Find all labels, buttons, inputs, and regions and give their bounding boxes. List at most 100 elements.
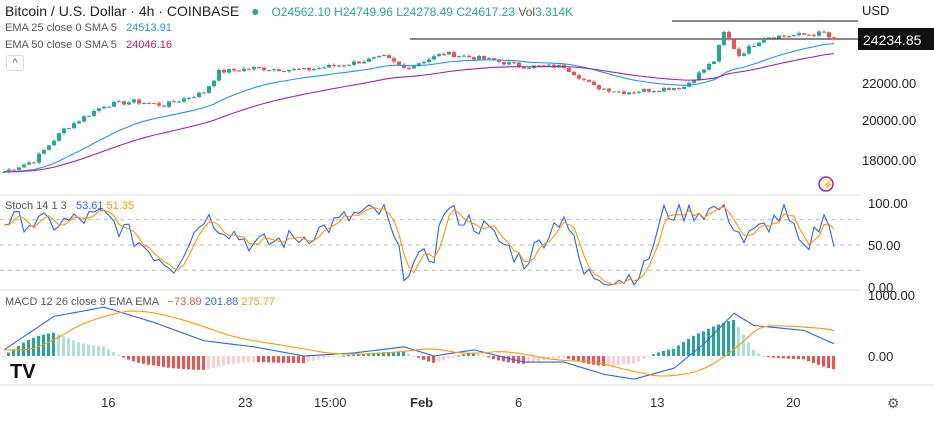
candle — [317, 67, 321, 69]
candle — [462, 55, 466, 57]
candle — [347, 64, 351, 66]
tradingview-logo-icon: TV — [10, 361, 36, 383]
macd-histogram-bar — [247, 356, 250, 363]
macd-histogram-bar — [707, 328, 710, 356]
ema50-legend[interactable]: EMA 50 close 0 SMA 5 24046.16 — [5, 39, 172, 51]
candle — [767, 37, 771, 39]
macd-histogram-bar — [562, 356, 565, 358]
candle — [487, 58, 491, 60]
candle — [577, 75, 581, 79]
candle — [177, 101, 181, 103]
candle — [827, 32, 831, 38]
macd-histogram-bar — [407, 353, 410, 356]
candle — [617, 91, 621, 93]
candle — [262, 67, 266, 71]
candle — [217, 69, 221, 81]
candle — [702, 69, 706, 73]
candle — [782, 35, 786, 37]
candle — [797, 33, 801, 36]
settings-gear-icon[interactable]: ⚙ — [887, 395, 900, 411]
candle — [277, 69, 281, 72]
candle — [822, 31, 826, 33]
macd-histogram-bar — [67, 338, 70, 356]
candle — [607, 88, 611, 92]
candle — [352, 61, 356, 65]
macd-legend[interactable]: MACD 12 26 close 9 EMA EMA −73.89 201.88… — [5, 296, 275, 308]
candle — [407, 67, 411, 69]
macd-histogram-bar — [522, 356, 525, 364]
macd-histogram-bar — [672, 348, 675, 356]
macd-histogram-bar — [162, 356, 165, 368]
candle — [727, 32, 731, 40]
candle — [222, 69, 226, 73]
macd-histogram-bar — [462, 354, 465, 356]
candle — [257, 67, 261, 69]
macd-tick: 1000.00 — [868, 288, 915, 303]
macd-histogram-bar — [257, 356, 260, 363]
candle — [287, 69, 291, 72]
macd-histogram-bar — [77, 342, 80, 356]
ema25-legend[interactable]: EMA 25 close 0 SMA 5 24513.91 — [5, 22, 172, 34]
stoch-label: Stoch 14 1 3 — [5, 200, 67, 212]
candle — [342, 65, 346, 67]
vol-label: Vol — [518, 5, 536, 19]
candle — [387, 55, 391, 59]
symbol-title[interactable]: Bitcoin / U.S. Dollar · 4h · COINBASE — [5, 3, 239, 19]
macd-histogram-bar — [627, 356, 630, 365]
macd-histogram-bar — [802, 356, 805, 360]
macd-histogram-bar — [487, 356, 490, 358]
collapse-legend-button[interactable]: ^ — [6, 55, 24, 71]
candle — [82, 116, 86, 122]
macd-histogram-bar — [712, 326, 715, 356]
x-tick: 6 — [515, 395, 522, 410]
candle — [632, 92, 636, 94]
macd-histogram-bar — [767, 356, 770, 358]
candle — [182, 98, 186, 102]
chart-canvas[interactable]: 22000.00 20000.00 18000.00 USD 24234.85 … — [0, 0, 934, 424]
candle — [812, 34, 816, 36]
macd-histogram-bar — [677, 345, 680, 356]
candle — [597, 85, 601, 90]
macd-histogram-bar — [427, 356, 430, 362]
currency-label[interactable]: USD — [862, 3, 889, 18]
lightning-icon: ⚡ — [822, 178, 834, 191]
macd-histogram-bar — [662, 350, 665, 356]
macd-histogram-bar — [87, 344, 90, 356]
candle — [697, 72, 701, 81]
macd-histogram-bar — [812, 356, 815, 364]
macd-histogram-bar — [557, 356, 560, 359]
candle — [267, 70, 271, 72]
macd-histogram-bar — [737, 327, 740, 356]
macd-histogram-bar — [457, 355, 460, 357]
macd-histogram-bar — [47, 333, 50, 356]
x-tick: 20 — [786, 395, 800, 410]
x-tick: 13 — [650, 395, 664, 410]
macd-histogram-bar — [722, 322, 725, 356]
candle — [92, 110, 96, 116]
macd-histogram-bar — [482, 355, 485, 357]
macd-tick: 0.00 — [868, 349, 893, 364]
price-tick: 18000.00 — [862, 153, 916, 168]
candle — [22, 164, 26, 168]
macd-histogram-bar — [572, 356, 575, 361]
candle — [777, 35, 781, 39]
price-tick: 20000.00 — [862, 113, 916, 128]
macd-histogram-bar — [412, 355, 415, 357]
macd-histogram-bar — [137, 356, 140, 363]
macd-histogram-bar — [252, 356, 255, 363]
candle — [512, 62, 516, 64]
macd-histogram-bar — [17, 345, 20, 356]
macd-histogram-bar — [832, 356, 835, 370]
macd-histogram-bar — [682, 342, 685, 356]
candle — [392, 58, 396, 62]
stoch-legend[interactable]: Stoch 14 1 3 53.61 51.35 — [5, 200, 134, 212]
candle — [787, 36, 791, 38]
candle — [447, 51, 451, 55]
candle — [682, 86, 686, 89]
candle — [467, 55, 471, 58]
candle — [747, 46, 751, 54]
candle — [672, 88, 676, 91]
macd-histogram-bar — [212, 356, 215, 368]
macd-histogram-bar — [27, 339, 30, 356]
candle — [122, 101, 126, 105]
